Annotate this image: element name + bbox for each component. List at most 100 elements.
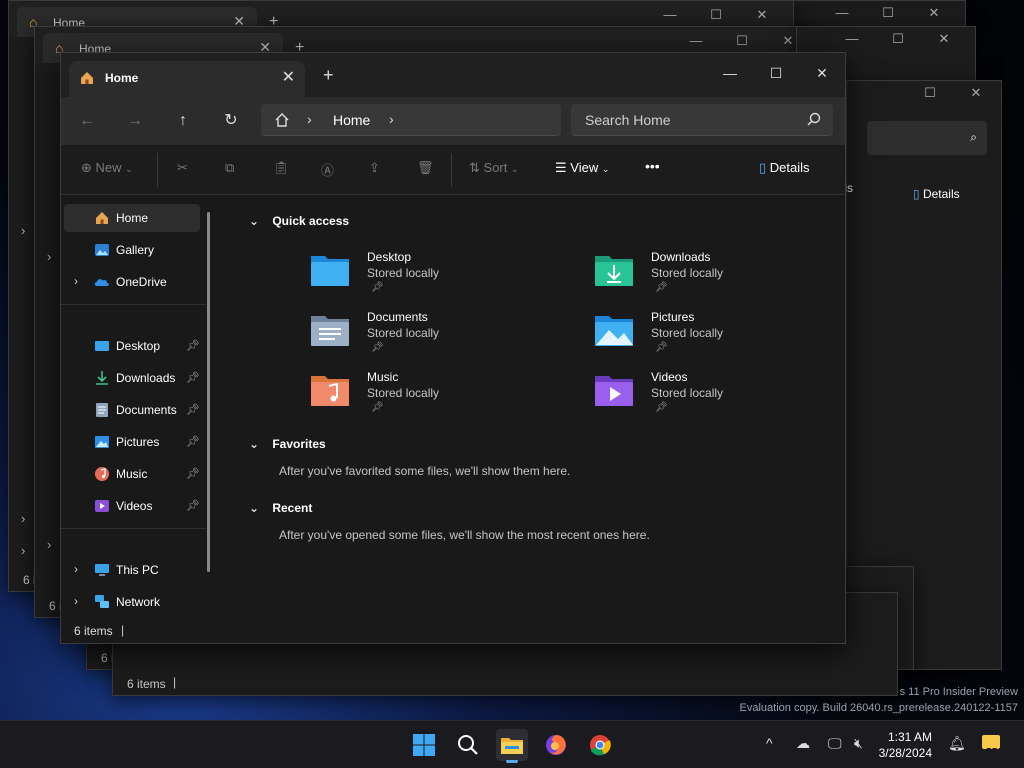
pin-icon: 📌︎ (186, 468, 200, 480)
bg-details-button[interactable]: ▯ Details (913, 187, 960, 201)
favorites-header[interactable]: ⌄ Favorites (249, 437, 326, 451)
sidebar-item-music[interactable]: Music 📌︎ (64, 460, 200, 488)
up-button[interactable]: ↑ (171, 109, 195, 133)
bg-minimize-button[interactable]: — (673, 33, 719, 48)
bg-minimize-button[interactable]: — (819, 5, 865, 20)
maximize-button[interactable]: ☐ (753, 59, 799, 87)
quick-access-header[interactable]: ⌄ Quick access (249, 214, 349, 228)
onedrive-tray-icon[interactable]: ☁ (796, 735, 810, 752)
chevron-right-icon[interactable]: › (21, 543, 25, 558)
item-name: Pictures (651, 310, 695, 324)
sidebar-item-network[interactable]: › Network (64, 588, 200, 616)
breadcrumb-chevron-icon[interactable]: › (389, 111, 394, 127)
item-status: Stored locally (651, 386, 724, 400)
back-button[interactable]: ← (75, 109, 99, 133)
bg-minimize-button[interactable]: — (829, 31, 875, 46)
bg-close-button[interactable]: ✕ (953, 85, 999, 101)
sidebar-item-documents[interactable]: Documents 📌︎ (64, 396, 200, 424)
navigation-pane: Home Gallery › OneDrive Desktop 📌︎ Downl… (61, 196, 219, 620)
taskbar-firefox[interactable] (540, 729, 572, 761)
volume-muted-icon[interactable]: 🔇︎ (854, 735, 863, 752)
quick-access-pictures[interactable]: Pictures Stored locally 📌︎ (593, 310, 833, 366)
more-options-button[interactable]: ••• (645, 158, 660, 174)
refresh-button[interactable]: ↻ (219, 109, 243, 133)
taskbar-chrome[interactable] (584, 729, 616, 761)
breadcrumb-home[interactable]: Home (333, 112, 370, 128)
bg-search-field[interactable]: ⌕ (867, 121, 987, 155)
downloads-icon (94, 370, 110, 386)
start-button[interactable] (408, 729, 440, 761)
bg-maximize-button[interactable]: ☐ (693, 7, 739, 23)
sidebar-item-onedrive[interactable]: › OneDrive (64, 268, 200, 296)
paste-icon[interactable]: 📋︎ (273, 160, 290, 176)
close-tab-icon[interactable]: ✕ (282, 67, 295, 87)
quick-access-music[interactable]: Music Stored locally 📌︎ (309, 370, 549, 426)
taskbar-clock[interactable]: 1:31 AM 3/28/2024 (876, 729, 932, 761)
taskbar-file-explorer[interactable] (496, 729, 528, 763)
videos-icon (94, 498, 110, 514)
title-bar[interactable]: Home ✕ + — ☐ ✕ (61, 53, 845, 97)
new-tab-button[interactable]: + (323, 65, 334, 86)
chevron-right-icon[interactable]: › (21, 223, 25, 238)
chevron-right-icon[interactable]: › (21, 511, 25, 526)
quick-access-desktop[interactable]: Desktop Stored locally 📌︎ (309, 250, 549, 306)
bg-close-button[interactable]: ✕ (739, 7, 785, 23)
recent-header[interactable]: ⌄ Recent (249, 501, 312, 515)
quick-access-videos[interactable]: Videos Stored locally 📌︎ (593, 370, 833, 426)
quick-access-documents[interactable]: Documents Stored locally 📌︎ (309, 310, 549, 366)
sidebar-item-gallery[interactable]: Gallery (64, 236, 200, 264)
details-button[interactable]: ▯ Details (759, 160, 810, 176)
bg-maximize-button[interactable]: ☐ (907, 85, 953, 101)
tab-home[interactable]: Home ✕ (69, 61, 305, 97)
bg-maximize-button[interactable]: ☐ (719, 33, 765, 49)
home-icon (273, 111, 291, 132)
sidebar-scrollbar[interactable] (207, 212, 210, 572)
pictures-icon (94, 434, 110, 450)
item-name: Music (367, 370, 399, 384)
chevron-right-icon[interactable]: › (74, 594, 78, 608)
notification-bell-icon[interactable]: 🔔︎ (948, 735, 966, 752)
bg-close-button[interactable]: ✕ (921, 31, 967, 47)
copy-icon[interactable]: ⧉ (225, 160, 234, 176)
svg-text:PRE: PRE (986, 747, 1004, 756)
chevron-right-icon[interactable]: › (47, 249, 51, 264)
address-bar[interactable]: › Home › (261, 104, 561, 136)
quick-access-downloads[interactable]: Downloads Stored locally 📌︎ (593, 250, 833, 306)
navigation-bar: ← → ↑ ↻ › Home › Search Home (61, 97, 845, 145)
watermark-build: Evaluation copy. Build 26040.rs_prerelea… (739, 702, 1018, 714)
view-button[interactable]: ☰ View ⌄ (555, 160, 609, 176)
bg-maximize-button[interactable]: ☐ (865, 5, 911, 21)
delete-icon[interactable]: 🗑︎ (417, 160, 434, 176)
taskbar-search-button[interactable] (452, 729, 484, 761)
sort-button[interactable]: ⇅ Sort ⌄ (469, 160, 519, 176)
item-status: Stored locally (651, 266, 724, 280)
bg-close-button[interactable]: ✕ (911, 5, 957, 21)
sidebar-item-pictures[interactable]: Pictures 📌︎ (64, 428, 200, 456)
item-status: Stored locally (367, 266, 440, 280)
insider-pre-badge[interactable]: PRE (980, 731, 1006, 760)
sidebar-label: OneDrive (116, 275, 167, 289)
chevron-right-icon[interactable]: › (74, 562, 78, 576)
minimize-button[interactable]: — (707, 59, 753, 87)
sidebar-item-downloads[interactable]: Downloads 📌︎ (64, 364, 200, 392)
close-window-button[interactable]: ✕ (799, 59, 845, 87)
chevron-right-icon[interactable]: › (74, 274, 78, 288)
sidebar-item-home[interactable]: Home (64, 204, 200, 232)
share-icon[interactable]: ⇪ (369, 160, 380, 176)
sidebar-item-videos[interactable]: Videos 📌︎ (64, 492, 200, 520)
sidebar-item-this-pc[interactable]: › This PC (64, 556, 200, 584)
bg-minimize-button[interactable]: — (647, 7, 693, 22)
cut-icon[interactable]: ✂ (177, 160, 188, 176)
new-button[interactable]: ⊕ New ⌄ (81, 160, 133, 176)
file-explorer-window[interactable]: Home ✕ + — ☐ ✕ ← → ↑ ↻ › Home › Search H… (60, 52, 846, 644)
windows-start-icon (413, 734, 435, 756)
sidebar-item-desktop[interactable]: Desktop 📌︎ (64, 332, 200, 360)
network-tray-icon[interactable]: 🖵︎ (828, 735, 842, 752)
tray-overflow-chevron-icon[interactable]: ^ (766, 735, 773, 751)
rename-icon[interactable]: Ⓐ (321, 160, 334, 179)
chevron-right-icon[interactable]: › (47, 537, 51, 552)
item-name: Videos (651, 370, 688, 384)
forward-button[interactable]: → (123, 109, 147, 133)
bg-maximize-button[interactable]: ☐ (875, 31, 921, 47)
search-input[interactable]: Search Home (571, 104, 833, 136)
